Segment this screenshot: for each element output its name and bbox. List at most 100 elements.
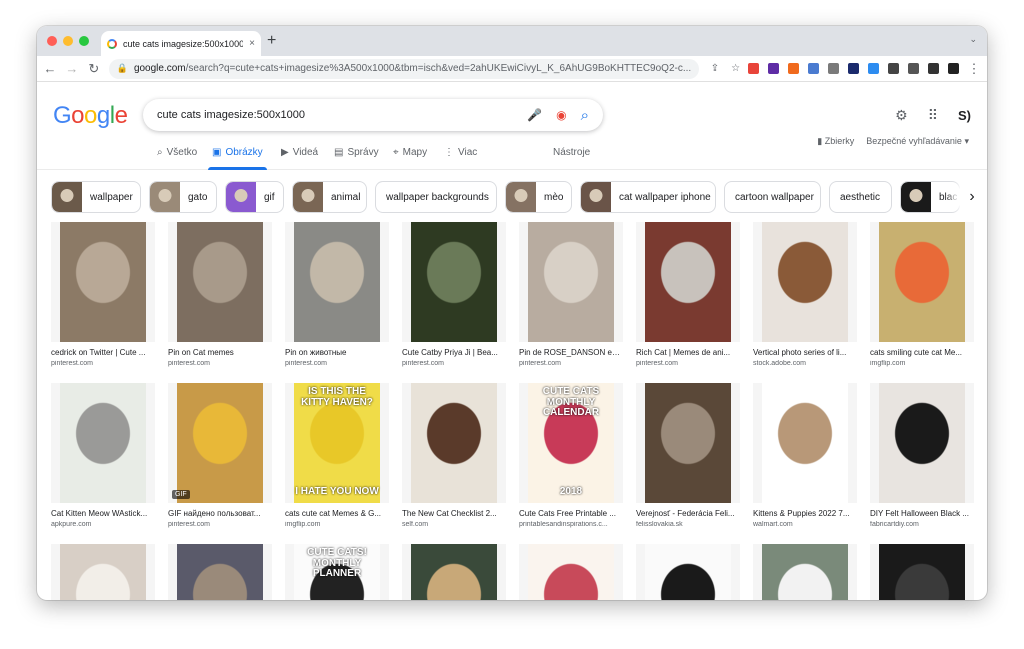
account-avatar[interactable]: S) xyxy=(958,108,971,123)
extension-icon[interactable] xyxy=(748,63,760,74)
result-caption[interactable]: Pin de ROSE_DANSON en... xyxy=(519,348,623,357)
related-search-chip[interactable]: animal xyxy=(292,181,367,213)
related-search-chip[interactable]: gato xyxy=(149,181,217,213)
related-search-chip[interactable]: wallpaper backgrounds xyxy=(375,181,497,213)
tab-more[interactable]: ⋮ Viac xyxy=(444,147,477,158)
google-apps-icon[interactable]: ⠿ xyxy=(928,107,938,124)
result-thumbnail[interactable]: GIF xyxy=(168,383,272,503)
image-result[interactable]: The New Cat Checklist 2... self.com xyxy=(402,383,506,528)
lock-icon[interactable]: 🔒 xyxy=(117,63,128,74)
image-result[interactable]: I DON'T CARE xyxy=(168,544,272,600)
image-result[interactable]: Cat Kitten Meow WAstick... apkpure.com xyxy=(51,383,155,528)
image-result[interactable] xyxy=(636,544,740,600)
address-bar[interactable]: 🔒 google.com/search?q=cute+cats+imagesiz… xyxy=(108,58,699,79)
safesearch-dropdown[interactable]: Bezpečné vyhľadávanie ▾ xyxy=(866,136,969,147)
minimize-window-button[interactable] xyxy=(63,36,73,46)
result-caption[interactable]: cats cute cat Memes & G... xyxy=(285,509,389,518)
back-button[interactable]: ← xyxy=(43,61,57,76)
image-result[interactable]: WHAT'S WRONG? xyxy=(753,544,857,600)
image-result[interactable]: CUTE CATS MONTHLY CALENDAR 2018 Cute Cats … xyxy=(519,383,623,528)
result-caption[interactable]: DIY Felt Halloween Black ... xyxy=(870,509,974,518)
result-thumbnail[interactable] xyxy=(753,383,857,503)
related-search-chip[interactable]: aesthetic xyxy=(829,181,892,213)
image-result[interactable]: cats smiling cute cat Me... imgflip.com xyxy=(870,222,974,367)
tab-all[interactable]: ⌕ Všetko xyxy=(157,147,197,158)
result-caption[interactable]: Pin on Cat memes xyxy=(168,348,272,357)
image-result[interactable]: Kittens & Puppies 2022 7... walmart.com xyxy=(753,383,857,528)
related-search-chip[interactable]: cartoon wallpaper xyxy=(724,181,821,213)
result-caption[interactable]: Pin on животные xyxy=(285,348,389,357)
result-thumbnail[interactable]: CUTE CATS! MONTHLY PLANNER2018 to 2019 xyxy=(285,544,389,600)
result-caption[interactable]: Verejnosť - Federácia Feli... xyxy=(636,509,740,518)
extension-icon[interactable] xyxy=(808,63,820,74)
result-thumbnail[interactable]: CUTE CATS MONTHLY CALENDAR 2018 xyxy=(519,383,623,503)
google-logo[interactable]: Google xyxy=(53,102,128,130)
result-caption[interactable]: The New Cat Checklist 2... xyxy=(402,509,506,518)
result-thumbnail[interactable] xyxy=(636,383,740,503)
settings-gear-icon[interactable]: ⚙ xyxy=(895,107,908,124)
image-result[interactable]: cedrick on Twitter | Cute ... pinterest.c… xyxy=(51,222,155,367)
image-result[interactable] xyxy=(870,544,974,600)
tab-videos[interactable]: ▶ Videá xyxy=(281,147,318,158)
related-search-chip[interactable]: black xyxy=(900,181,960,213)
result-thumbnail[interactable]: IS THIS THE KITTY HAVEN? I HATE YOU NOW xyxy=(285,383,389,503)
tab-tools[interactable]: Nástroje xyxy=(553,147,590,158)
result-thumbnail[interactable] xyxy=(636,222,740,342)
extension-icon[interactable] xyxy=(948,63,960,74)
new-tab-button[interactable]: + xyxy=(267,32,276,50)
result-thumbnail[interactable] xyxy=(870,222,974,342)
image-result[interactable]: Pin de ROSE_DANSON en... pinterest.com xyxy=(519,222,623,367)
result-thumbnail[interactable] xyxy=(402,222,506,342)
image-result[interactable]: Rich Cat | Memes de ani... pinterest.com xyxy=(636,222,740,367)
image-result[interactable]: Pin on Cat memes pinterest.com xyxy=(168,222,272,367)
extension-icon[interactable] xyxy=(768,63,780,74)
browser-tab[interactable]: cute cats imagesize:500x1000 × xyxy=(101,31,261,56)
image-result[interactable]: CUTE CATS! MONTHLY PLANNER2018 to 2019 xyxy=(285,544,389,600)
result-thumbnail[interactable] xyxy=(51,222,155,342)
camera-lens-icon[interactable]: ◉ xyxy=(556,108,566,122)
tab-search-icon[interactable]: ⌄ xyxy=(969,34,977,45)
result-thumbnail[interactable] xyxy=(870,544,974,600)
extension-icon[interactable] xyxy=(848,63,860,74)
microphone-icon[interactable]: 🎤 xyxy=(527,108,542,122)
tab-maps[interactable]: ⌖ Mapy xyxy=(393,147,427,158)
extension-icon[interactable] xyxy=(888,63,900,74)
result-caption[interactable]: GIF найдено пользоват... xyxy=(168,509,272,518)
result-thumbnail[interactable] xyxy=(636,544,740,600)
result-thumbnail[interactable] xyxy=(51,544,155,600)
image-result[interactable] xyxy=(519,544,623,600)
result-caption[interactable]: Cat Kitten Meow WAstick... xyxy=(51,509,155,518)
result-thumbnail[interactable]: WHAT'S WRONG? xyxy=(753,544,857,600)
close-window-button[interactable] xyxy=(47,36,57,46)
search-input[interactable]: cute cats imagesize:500x1000 xyxy=(157,109,513,121)
tab-images[interactable]: ▣ Obrázky xyxy=(208,147,267,170)
result-caption[interactable]: Vertical photo series of li... xyxy=(753,348,857,357)
result-caption[interactable]: Cute Cats Free Printable ... xyxy=(519,509,623,518)
result-caption[interactable]: cats smiling cute cat Me... xyxy=(870,348,974,357)
result-thumbnail[interactable] xyxy=(519,222,623,342)
result-thumbnail[interactable] xyxy=(402,544,506,600)
collections-link[interactable]: ▮ Zbierky xyxy=(817,136,854,147)
result-thumbnail[interactable]: I DON'T CARE xyxy=(168,544,272,600)
image-result[interactable]: Vertical photo series of li... stock.adob… xyxy=(753,222,857,367)
extension-icon[interactable] xyxy=(908,63,920,74)
chips-next-arrow-icon[interactable]: › xyxy=(957,181,987,213)
image-result[interactable]: Pin on животные pinterest.com xyxy=(285,222,389,367)
result-thumbnail[interactable] xyxy=(870,383,974,503)
zoom-window-button[interactable] xyxy=(79,36,89,46)
close-tab-icon[interactable]: × xyxy=(249,38,255,49)
search-box[interactable]: cute cats imagesize:500x1000 🎤 ◉ ⌕ xyxy=(143,99,603,131)
image-result[interactable]: Verejnosť - Federácia Feli... felisslovak… xyxy=(636,383,740,528)
result-thumbnail[interactable] xyxy=(168,222,272,342)
reload-button[interactable]: ↻ xyxy=(87,61,101,77)
tab-news[interactable]: ▤ Správy xyxy=(334,147,379,158)
image-result[interactable] xyxy=(402,544,506,600)
result-thumbnail[interactable] xyxy=(519,544,623,600)
search-icon[interactable]: ⌕ xyxy=(581,107,589,124)
related-search-chip[interactable]: cat wallpaper iphone xyxy=(580,181,716,213)
image-result[interactable]: IS THIS THE KITTY HAVEN? I HATE YOU NOW ca… xyxy=(285,383,389,528)
extension-icon[interactable] xyxy=(788,63,800,74)
result-thumbnail[interactable] xyxy=(285,222,389,342)
related-search-chip[interactable]: mèo xyxy=(505,181,572,213)
result-caption[interactable]: Cute Catby Priya Ji | Bea... xyxy=(402,348,506,357)
